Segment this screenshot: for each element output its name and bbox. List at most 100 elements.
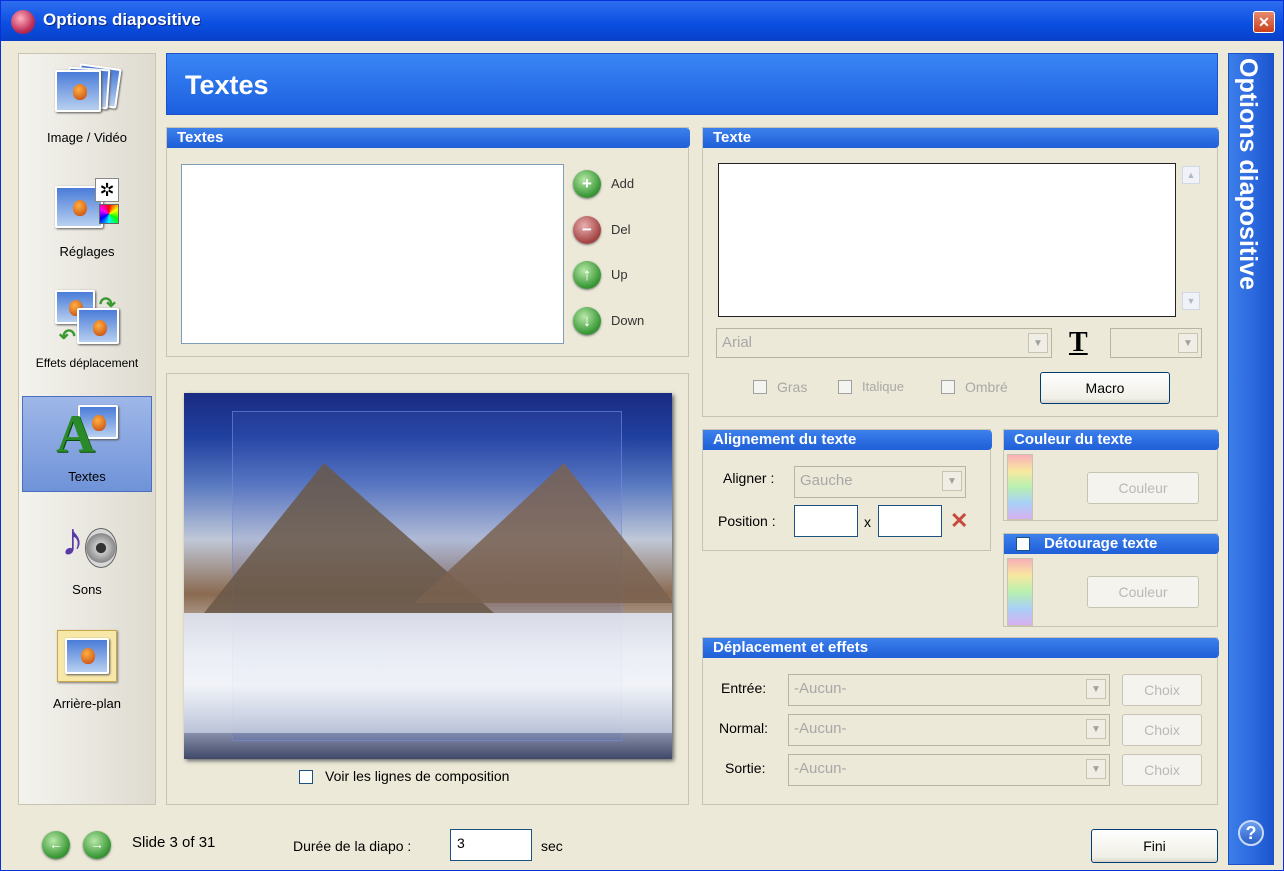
italic-checkbox[interactable]	[838, 380, 852, 394]
position-x-input[interactable]	[794, 505, 858, 537]
normal-select[interactable]: -Aucun- ▼	[788, 714, 1110, 746]
arrow-up-icon: ↑	[573, 261, 601, 289]
title-bar: Options diapositive ✕	[1, 1, 1283, 41]
align-select[interactable]: Gauche ▼	[794, 466, 966, 498]
add-icon: +	[573, 170, 601, 198]
chevron-down-icon: ▼	[1086, 719, 1106, 739]
outline-color-button[interactable]: Couleur	[1087, 576, 1199, 608]
couleur-group-title: Couleur du texte	[1004, 430, 1219, 450]
sidebar-item-label: Sons	[72, 582, 102, 597]
app-icon	[11, 10, 35, 34]
scroll-down-icon[interactable]: ▼	[1182, 292, 1200, 310]
entree-select[interactable]: -Aucun- ▼	[788, 674, 1110, 706]
text-color-button[interactable]: Couleur	[1087, 472, 1199, 504]
arrow-down-icon: ↓	[573, 307, 601, 335]
image-video-icon	[55, 62, 122, 118]
sidebar-item-label: Arrière-plan	[53, 696, 121, 711]
font-size-icon: T	[1069, 327, 1088, 358]
sidebar-item-textes[interactable]: A Textes	[22, 396, 152, 492]
text-color-swatch[interactable]	[1007, 454, 1033, 520]
duree-input[interactable]: 3	[450, 829, 532, 861]
chevron-down-icon: ▼	[1086, 679, 1106, 699]
detourage-checkbox[interactable]	[1016, 537, 1030, 551]
alignement-group-title: Alignement du texte	[703, 430, 992, 450]
motion-effects-icon: ↷ ↶	[55, 288, 119, 348]
clear-position-icon[interactable]: ✕	[950, 508, 968, 534]
page-title: Textes	[185, 70, 269, 100]
text-editor[interactable]	[718, 163, 1176, 317]
background-icon	[55, 628, 119, 684]
sidebar: Image / Vidéo ✲ Réglages ↷ ↶ Effets dépl…	[18, 53, 156, 805]
sidebar-item-sons[interactable]: ♪ Sons	[22, 510, 152, 606]
duree-value: 3	[457, 835, 465, 851]
shadow-label: Ombré	[965, 379, 1008, 395]
help-icon[interactable]: ?	[1238, 820, 1264, 846]
position-separator: x	[864, 514, 871, 530]
bold-label: Gras	[777, 379, 808, 395]
chevron-down-icon: ▼	[1086, 759, 1106, 779]
shadow-checkbox[interactable]	[941, 380, 955, 394]
macro-button[interactable]: Macro	[1040, 372, 1170, 404]
outline-color-swatch[interactable]	[1007, 558, 1033, 626]
duree-unit: sec	[541, 838, 563, 854]
font-select[interactable]: Arial ▼	[716, 328, 1052, 358]
del-button[interactable]: − Del	[573, 216, 673, 246]
sortie-select[interactable]: -Aucun- ▼	[788, 754, 1110, 786]
composition-lines-label: Voir les lignes de composition	[325, 768, 510, 784]
sidebar-item-arriere-plan[interactable]: Arrière-plan	[22, 624, 152, 720]
sidebar-item-image-video[interactable]: Image / Vidéo	[22, 58, 152, 154]
bold-checkbox[interactable]	[753, 380, 767, 394]
add-label: Add	[611, 176, 635, 191]
deplacement-group: Déplacement et effets Entrée: -Aucun- ▼ …	[702, 637, 1219, 805]
position-y-input[interactable]	[878, 505, 942, 537]
font-value: Arial	[722, 334, 753, 351]
alignement-group: Alignement du texte Aligner : Gauche ▼ P…	[702, 429, 992, 551]
del-label: Del	[611, 222, 631, 237]
sound-icon: ♪	[55, 514, 119, 570]
slide-counter: Slide 3 of 31	[132, 834, 216, 851]
align-value: Gauche	[800, 472, 853, 489]
up-button[interactable]: ↑ Up	[573, 261, 673, 291]
previous-slide-icon[interactable]: ←	[42, 831, 70, 859]
sidebar-item-label: Image / Vidéo	[47, 130, 127, 145]
textes-group-title: Textes	[167, 128, 690, 148]
down-label: Down	[611, 313, 645, 328]
scroll-up-icon[interactable]: ▲	[1182, 166, 1200, 184]
add-button[interactable]: + Add	[573, 170, 673, 200]
text-icon: A	[56, 401, 120, 461]
couleur-group: Couleur du texte Couleur	[1003, 429, 1219, 521]
options-window: Options diapositive ✕ Image / Vidéo ✲ Ré…	[0, 0, 1284, 871]
down-button[interactable]: ↓ Down	[573, 307, 673, 337]
sidebar-item-label: Effets déplacement	[35, 356, 139, 370]
settings-icon: ✲	[55, 176, 119, 232]
italic-label: Italique	[862, 379, 904, 394]
sidebar-item-effets[interactable]: ↷ ↶ Effets déplacement	[22, 284, 152, 380]
normal-choix-button[interactable]: Choix	[1122, 714, 1202, 746]
window-title: Options diapositive	[43, 10, 201, 29]
font-size-select[interactable]: ▼	[1110, 328, 1202, 358]
side-band-title: Options diapositive	[1234, 58, 1262, 290]
entree-choix-button[interactable]: Choix	[1122, 674, 1202, 706]
sidebar-item-label: Textes	[68, 469, 106, 484]
chevron-down-icon: ▼	[1028, 333, 1048, 353]
sortie-label: Sortie:	[725, 760, 766, 776]
aligner-label: Aligner :	[723, 470, 775, 486]
entree-label: Entrée:	[721, 680, 767, 696]
detourage-group: Détourage texte Couleur	[1003, 533, 1219, 627]
sidebar-item-reglages[interactable]: ✲ Réglages	[22, 172, 152, 268]
sortie-choix-button[interactable]: Choix	[1122, 754, 1202, 786]
textes-list[interactable]	[181, 164, 564, 344]
normal-value: -Aucun-	[794, 720, 847, 737]
delete-icon: −	[573, 216, 601, 244]
slide-preview-image[interactable]	[184, 393, 672, 759]
fini-button[interactable]: Fini	[1091, 829, 1218, 863]
side-band: Options diapositive ?	[1228, 53, 1274, 865]
chevron-down-icon: ▼	[942, 471, 962, 491]
normal-label: Normal:	[719, 720, 769, 736]
chevron-down-icon: ▼	[1178, 333, 1198, 353]
texte-group-title: Texte	[703, 128, 1219, 148]
close-button[interactable]: ✕	[1253, 11, 1275, 33]
sortie-value: -Aucun-	[794, 760, 847, 777]
composition-lines-checkbox[interactable]	[299, 770, 313, 784]
next-slide-icon[interactable]: →	[83, 831, 111, 859]
